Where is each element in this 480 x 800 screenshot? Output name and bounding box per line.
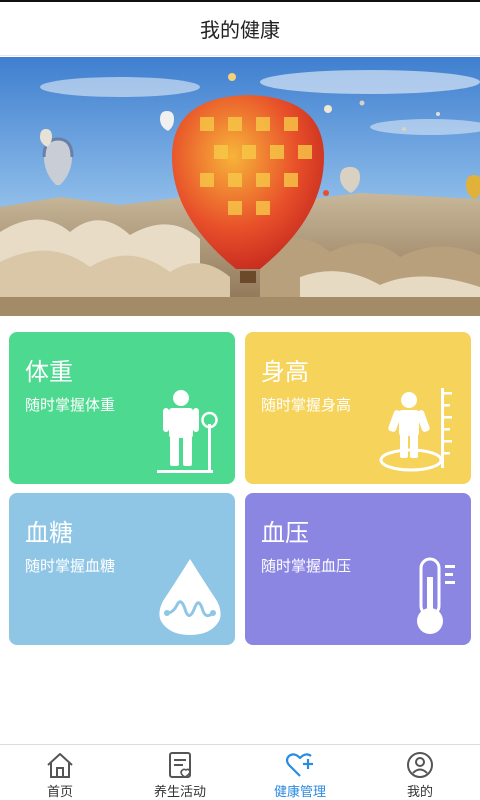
tab-health-management[interactable]: 健康管理 [240, 745, 360, 800]
blood-drop-icon [159, 559, 221, 635]
person-scale-icon [157, 390, 218, 473]
height-card-subtitle: 随时掌握身高 [261, 396, 352, 414]
page-title: 我的健康 [200, 18, 280, 42]
height-card[interactable]: 身高 随时掌握身高 [245, 332, 471, 484]
tab-home[interactable]: 首页 [0, 745, 120, 800]
blood-sugar-card[interactable]: 血糖 随时掌握血糖 [9, 493, 235, 645]
activity-list-icon [169, 752, 191, 778]
weight-card-subtitle: 随时掌握体重 [25, 396, 116, 414]
tab-profile[interactable]: 我的 [360, 745, 480, 800]
blood-sugar-card-subtitle: 随时掌握血糖 [25, 557, 116, 575]
hot-air-balloon-banner[interactable] [0, 57, 480, 316]
tab-activities[interactable]: 养生活动 [120, 745, 240, 800]
weight-card[interactable]: 体重 随时掌握体重 [9, 332, 235, 484]
blood-pressure-card-title: 血压 [261, 519, 309, 547]
profile-icon [407, 752, 433, 778]
blood-pressure-card[interactable]: 血压 随时掌握血压 [245, 493, 471, 645]
thermometer-icon [417, 557, 455, 634]
person-height-icon [379, 388, 452, 472]
blood-pressure-card-subtitle: 随时掌握血压 [261, 557, 352, 575]
height-card-title: 身高 [261, 358, 309, 386]
blood-sugar-card-title: 血糖 [25, 519, 73, 547]
home-icon [47, 753, 73, 778]
tab-health-management-label: 健康管理 [273, 785, 326, 800]
tab-home-label: 首页 [46, 785, 73, 800]
app-screen: 我的健康 体重 随时掌握体重 身高 随时掌握身高 血糖 随时掌握血糖 血压 随时… [0, 0, 480, 800]
tab-activities-label: 养生活动 [153, 785, 206, 800]
bottom-tab-bar: 首页 养生活动 健康管理 我的 [0, 744, 480, 800]
banner-image [0, 57, 480, 316]
weight-card-title: 体重 [25, 358, 73, 386]
heart-plus-icon [285, 753, 313, 777]
tab-profile-label: 我的 [406, 785, 433, 800]
header-bar: 我的健康 [0, 2, 480, 56]
